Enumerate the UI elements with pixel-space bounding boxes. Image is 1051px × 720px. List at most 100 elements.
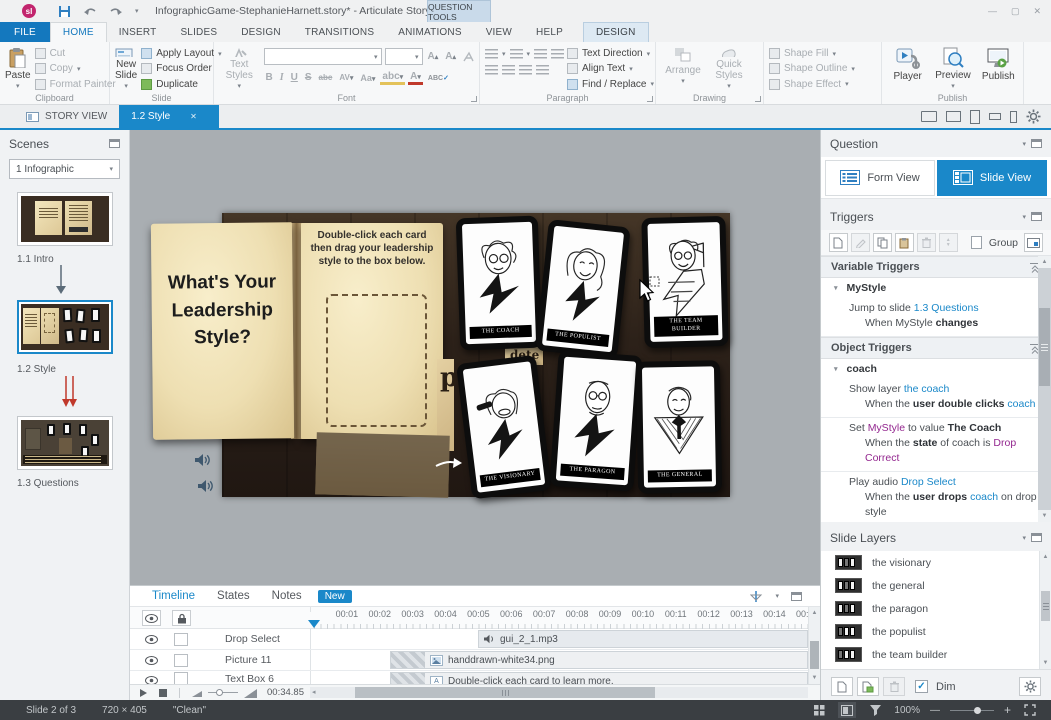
lock-checkbox[interactable] bbox=[174, 633, 188, 646]
clear-formatting-icon[interactable] bbox=[461, 51, 475, 63]
edit-trigger-button[interactable] bbox=[851, 233, 870, 252]
timeline-menu-icon[interactable]: ▾ bbox=[775, 592, 779, 600]
trigger-item[interactable]: Set MyStyle to value The Coach When the … bbox=[821, 418, 1051, 472]
slide-thumbnail-1-2[interactable] bbox=[17, 300, 113, 354]
zoom-slider-knob[interactable] bbox=[974, 707, 981, 714]
tab-help[interactable]: HELP bbox=[524, 22, 575, 42]
font-dialog-launcher[interactable] bbox=[471, 96, 477, 102]
zoom-out-button[interactable]: — bbox=[930, 705, 940, 716]
monitor-icon[interactable] bbox=[946, 111, 961, 122]
tab-view[interactable]: VIEW bbox=[474, 22, 524, 42]
arrange-button[interactable]: Arrange▾ bbox=[661, 45, 705, 91]
card-the-populist[interactable]: THE POPULIST bbox=[535, 219, 630, 359]
slide-stage[interactable]: What's Your Leadership Style? Double-cli… bbox=[222, 213, 730, 497]
tab-animations[interactable]: ANIMATIONS bbox=[386, 22, 473, 42]
shape-outline-button[interactable]: Shape Outline▾ bbox=[769, 62, 855, 75]
highlight-button[interactable]: abc▾ bbox=[380, 71, 405, 85]
triggers-scrollbar[interactable]: ▲ ▼ bbox=[1038, 256, 1051, 522]
dock-icon[interactable] bbox=[109, 139, 120, 148]
form-view-button[interactable]: Form View bbox=[825, 160, 935, 196]
player-button[interactable]: Player bbox=[887, 45, 928, 91]
save-icon[interactable] bbox=[58, 5, 71, 18]
redo-icon[interactable] bbox=[109, 6, 123, 17]
card-the-visionary[interactable]: THE VISIONARY bbox=[456, 355, 552, 500]
tablet-portrait-icon[interactable] bbox=[970, 110, 980, 124]
tab-slide-1-2-style[interactable]: 1.2 Style ✕ bbox=[119, 105, 219, 128]
playhead-options-icon[interactable] bbox=[750, 590, 763, 603]
trigger-item[interactable]: Show layer the coach When the user doubl… bbox=[821, 379, 1051, 418]
tab-design[interactable]: DESIGN bbox=[229, 22, 293, 42]
slide-label-1-3[interactable]: 1.3 Questions bbox=[17, 478, 79, 489]
font-name-select[interactable]: ▾ bbox=[264, 48, 382, 65]
lock-checkbox[interactable] bbox=[174, 654, 188, 667]
timeline-row-picture-11[interactable]: Picture 11 handdrawn-white34.png bbox=[130, 650, 820, 671]
maximize-button[interactable]: ▢ bbox=[1011, 6, 1020, 17]
card-the-general[interactable]: THE GENERAL bbox=[636, 360, 722, 493]
new-trigger-button[interactable] bbox=[829, 233, 848, 252]
zoom-out-timeline-icon[interactable] bbox=[192, 689, 202, 697]
timeline-vertical-scrollbar[interactable]: ▲ ▼ bbox=[808, 607, 820, 684]
grid-view-icon[interactable] bbox=[810, 702, 828, 718]
trigger-wizard-button[interactable] bbox=[1024, 233, 1043, 252]
group-checkbox[interactable] bbox=[971, 236, 982, 249]
dock-icon[interactable] bbox=[1031, 533, 1042, 542]
line-spacing-icon[interactable] bbox=[551, 49, 564, 59]
layer-settings-button[interactable] bbox=[1019, 677, 1041, 696]
shape-effect-button[interactable]: Shape Effect▾ bbox=[769, 78, 855, 91]
layer-the-general[interactable]: the general bbox=[821, 574, 1051, 597]
dock-icon[interactable] bbox=[791, 592, 802, 601]
bullets-icon[interactable] bbox=[485, 49, 498, 59]
visibility-toggle[interactable] bbox=[142, 631, 161, 647]
player-settings-gear-icon[interactable] bbox=[1026, 109, 1041, 124]
delete-trigger-button[interactable] bbox=[917, 233, 936, 252]
layer-the-populist[interactable]: the populist bbox=[821, 620, 1051, 643]
paragraph-dialog-launcher[interactable] bbox=[647, 96, 653, 102]
visibility-toggle[interactable] bbox=[142, 652, 161, 668]
duplicate-button[interactable]: Duplicate bbox=[141, 78, 221, 91]
focus-order-button[interactable]: Focus Order bbox=[141, 62, 221, 75]
subscript-button[interactable]: abc bbox=[317, 73, 335, 82]
slide-view-button[interactable]: Slide View bbox=[937, 160, 1047, 196]
shrink-font-button[interactable]: A▴ bbox=[443, 51, 458, 62]
instruction-text[interactable]: Double-click each card then drag your le… bbox=[309, 229, 435, 268]
layer-the-team-builder[interactable]: the team builder bbox=[821, 643, 1051, 666]
image-object-bar[interactable]: handdrawn-white34.png bbox=[390, 651, 808, 669]
reorder-trigger-buttons[interactable]: ▲▼ bbox=[939, 233, 958, 252]
slide-title-text[interactable]: What's Your Leadership Style? bbox=[157, 268, 287, 352]
paste-trigger-button[interactable] bbox=[895, 233, 914, 252]
paste-button[interactable]: Paste▾ bbox=[5, 45, 31, 91]
tab-transitions[interactable]: TRANSITIONS bbox=[293, 22, 386, 42]
slide-thumbnail-1-3[interactable] bbox=[17, 416, 113, 470]
align-center-icon[interactable] bbox=[502, 65, 515, 75]
phone-portrait-icon[interactable] bbox=[1010, 111, 1017, 123]
audio-speaker-icon[interactable] bbox=[194, 453, 211, 467]
close-tab-icon[interactable]: ✕ bbox=[190, 112, 197, 121]
slide-label-1-1[interactable]: 1.1 Intro bbox=[17, 254, 54, 265]
trigger-group-coach[interactable]: ▾coach bbox=[821, 359, 1051, 379]
phone-landscape-icon[interactable] bbox=[989, 113, 1001, 120]
italic-button[interactable]: I bbox=[278, 72, 286, 83]
text-direction-button[interactable]: Text Direction▾ bbox=[567, 47, 654, 60]
format-painter-button[interactable]: Format Painter bbox=[35, 78, 116, 91]
char-spacing-button[interactable]: AV▾ bbox=[337, 73, 355, 82]
timeline-row-drop-select[interactable]: Drop Select gui_2_1.mp3 bbox=[130, 629, 820, 650]
slide-thumbnail-1-1[interactable] bbox=[17, 192, 113, 246]
drop-target-box[interactable] bbox=[326, 294, 427, 427]
book-right-page[interactable]: Double-click each card then drag your le… bbox=[301, 223, 443, 439]
drawing-dialog-launcher[interactable] bbox=[755, 96, 761, 102]
tab-file[interactable]: FILE bbox=[0, 22, 50, 42]
scene-selector[interactable]: 1 Infographic▾ bbox=[9, 159, 120, 179]
timeline-row-text-box-6[interactable]: Text Box 6 A Double-click each card to l… bbox=[130, 671, 820, 685]
layer-the-paragon[interactable]: the paragon bbox=[821, 597, 1051, 620]
timeline-horizontal-scrollbar[interactable]: ◂ bbox=[310, 687, 808, 698]
normal-view-icon[interactable] bbox=[838, 702, 856, 718]
slide-label-1-2[interactable]: 1.2 Style bbox=[17, 364, 56, 375]
publish-button[interactable]: Publish bbox=[978, 45, 1019, 91]
tab-notes[interactable]: Notes bbox=[272, 590, 302, 602]
find-replace-button[interactable]: Find / Replace▾ bbox=[567, 78, 654, 91]
underline-button[interactable]: U bbox=[289, 72, 300, 83]
text-styles-button[interactable]: Text Styles▾ bbox=[219, 45, 260, 91]
audio-speaker-icon[interactable] bbox=[197, 479, 214, 493]
tab-insert[interactable]: INSERT bbox=[107, 22, 169, 42]
dock-icon[interactable] bbox=[1031, 139, 1042, 148]
